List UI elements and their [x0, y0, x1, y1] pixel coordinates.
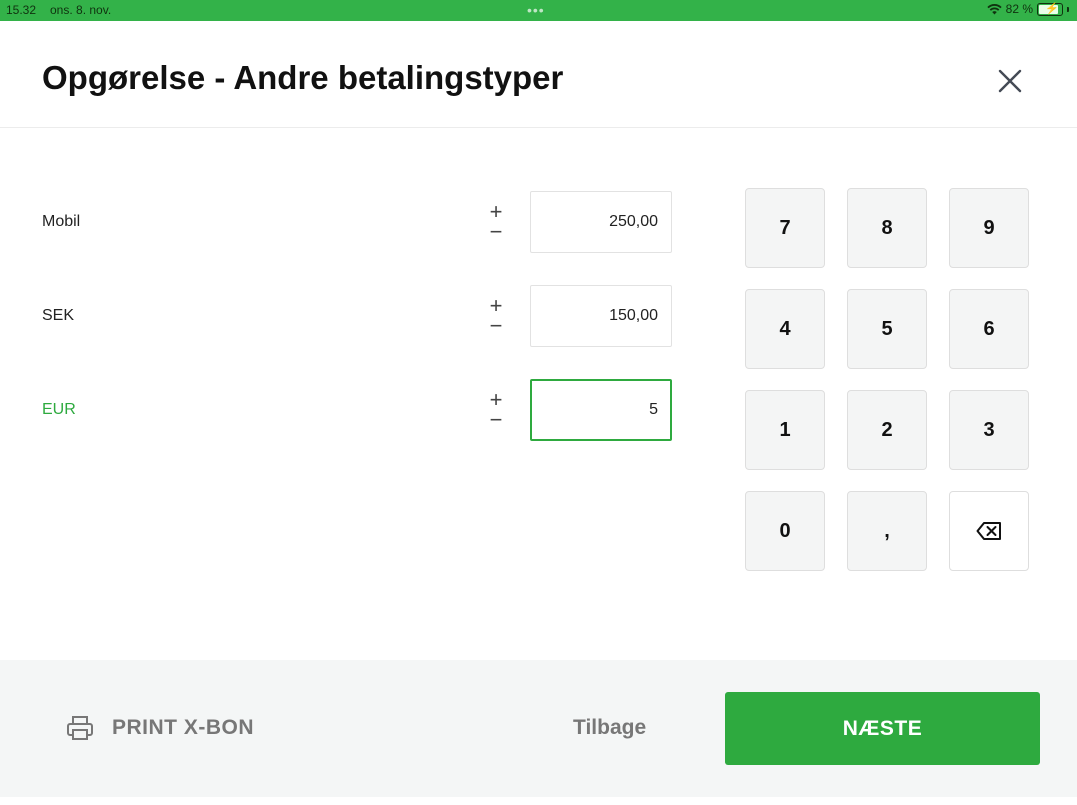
- increment-decrement: + −: [485, 295, 507, 337]
- battery-icon: ⚡: [1037, 2, 1063, 16]
- status-time: 15.32: [6, 3, 37, 17]
- increment-decrement: + −: [485, 201, 507, 243]
- next-button[interactable]: NÆSTE: [725, 692, 1040, 765]
- key-8[interactable]: 8: [847, 188, 927, 268]
- amount-input-focused[interactable]: 5: [530, 379, 672, 441]
- decrement-button[interactable]: −: [485, 315, 507, 337]
- printer-icon: [67, 716, 93, 740]
- key-0[interactable]: 0: [745, 491, 825, 571]
- payment-row-sek: SEK + − 150,00: [0, 285, 680, 347]
- page-title: Opgørelse - Andre betalingstyper: [42, 59, 564, 96]
- key-9[interactable]: 9: [949, 188, 1029, 268]
- decrement-button[interactable]: −: [485, 221, 507, 243]
- amount-input[interactable]: 150,00: [530, 285, 672, 347]
- status-bar: 15.32 ons. 8. nov. ••• 82 % ⚡: [0, 0, 1077, 21]
- status-right: 82 % ⚡: [987, 2, 1069, 16]
- decrement-button[interactable]: −: [485, 409, 507, 431]
- footer: PRINT X-BON Tilbage NÆSTE: [0, 660, 1077, 797]
- print-x-bon-button[interactable]: PRINT X-BON: [66, 713, 254, 743]
- backspace-button[interactable]: [949, 491, 1029, 571]
- back-button[interactable]: Tilbage: [573, 716, 646, 740]
- key-7[interactable]: 7: [745, 188, 825, 268]
- increment-decrement: + −: [485, 389, 507, 431]
- key-2[interactable]: 2: [847, 390, 927, 470]
- key-comma[interactable]: ,: [847, 491, 927, 571]
- key-3[interactable]: 3: [949, 390, 1029, 470]
- amount-input[interactable]: 250,00: [530, 191, 672, 253]
- key-4[interactable]: 4: [745, 289, 825, 369]
- close-button[interactable]: [994, 65, 1026, 97]
- header: Opgørelse - Andre betalingstyper: [0, 21, 1077, 128]
- payment-label: SEK: [42, 307, 75, 324]
- payment-row-eur: EUR + − 5: [0, 379, 680, 441]
- close-icon: [998, 69, 1022, 93]
- print-label: PRINT X-BON: [112, 716, 254, 739]
- wifi-icon: [987, 4, 1002, 15]
- payment-label: Mobil: [42, 213, 81, 230]
- payment-row-mobil: Mobil + − 250,00: [0, 191, 680, 253]
- key-6[interactable]: 6: [949, 289, 1029, 369]
- multitasking-dots[interactable]: •••: [527, 3, 545, 17]
- status-date: ons. 8. nov.: [50, 3, 112, 17]
- key-1[interactable]: 1: [745, 390, 825, 470]
- backspace-icon: [976, 522, 1001, 540]
- battery-percent: 82 %: [1005, 2, 1033, 16]
- payment-label: EUR: [42, 401, 76, 418]
- key-5[interactable]: 5: [847, 289, 927, 369]
